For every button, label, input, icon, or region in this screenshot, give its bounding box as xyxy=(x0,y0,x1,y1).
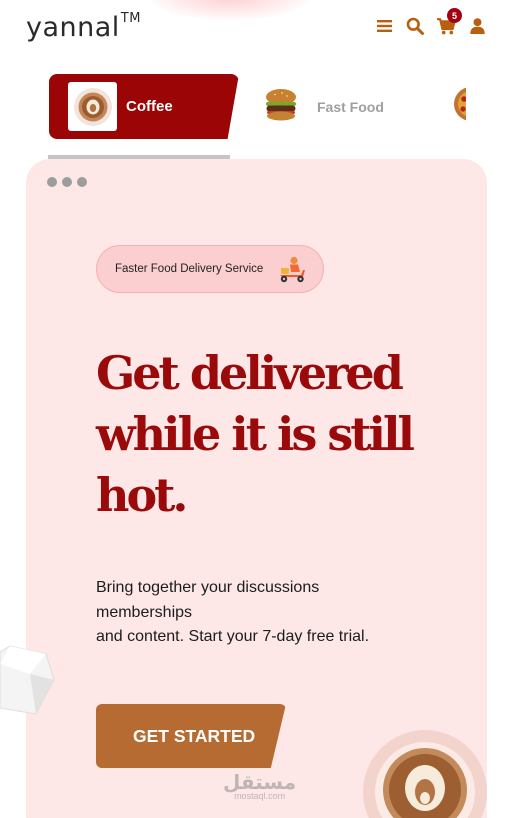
hero-headline: Get delivered while it is still hot. xyxy=(96,346,415,522)
description-line: and content. Start your 7-day free trial… xyxy=(96,628,370,645)
window-dots xyxy=(47,177,87,187)
coffee-cup-image xyxy=(363,728,487,818)
dot-3 xyxy=(77,177,87,187)
category-tab-next[interactable] xyxy=(452,74,466,139)
description-line: memberships xyxy=(96,603,193,621)
pizza-icon xyxy=(452,85,466,128)
brand-logo[interactable]: yannalTM xyxy=(26,11,141,43)
dot-2 xyxy=(62,177,72,187)
menu-icon[interactable] xyxy=(374,14,394,38)
coffee-thumbnail xyxy=(68,82,117,131)
get-started-button[interactable]: GET STARTED xyxy=(96,704,286,768)
hero-card: Faster Food Delivery Service Get deliver… xyxy=(26,159,487,818)
brand-name: yannal xyxy=(26,12,120,43)
trademark-mark: TM xyxy=(120,11,141,26)
burger-icon xyxy=(262,85,300,128)
category-tab-fast-food[interactable]: Fast Food xyxy=(262,74,422,139)
cart-count-badge: 5 xyxy=(447,8,462,23)
category-tab-coffee[interactable]: Coffee xyxy=(49,74,239,139)
category-tabs: Coffee Fast Food xyxy=(0,74,513,160)
header-nav: 5 xyxy=(374,8,487,38)
delivery-scooter-icon xyxy=(277,256,307,289)
category-label-coffee: Coffee xyxy=(126,98,173,115)
cart-icon[interactable]: 5 xyxy=(436,8,462,38)
decorative-glow xyxy=(150,0,310,20)
user-icon[interactable] xyxy=(467,14,487,38)
service-badge: Faster Food Delivery Service xyxy=(96,245,324,293)
search-icon[interactable] xyxy=(405,14,425,38)
description-line: Bring together your discussions xyxy=(96,579,320,596)
watermark: مستقل mostaql.com xyxy=(223,770,296,801)
category-label-fast-food: Fast Food xyxy=(317,98,384,115)
dot-1 xyxy=(47,177,57,187)
sugar-cube-image xyxy=(0,640,56,725)
hero-description: Bring together your discussions membersh… xyxy=(96,576,436,650)
service-badge-text: Faster Food Delivery Service xyxy=(115,263,264,275)
